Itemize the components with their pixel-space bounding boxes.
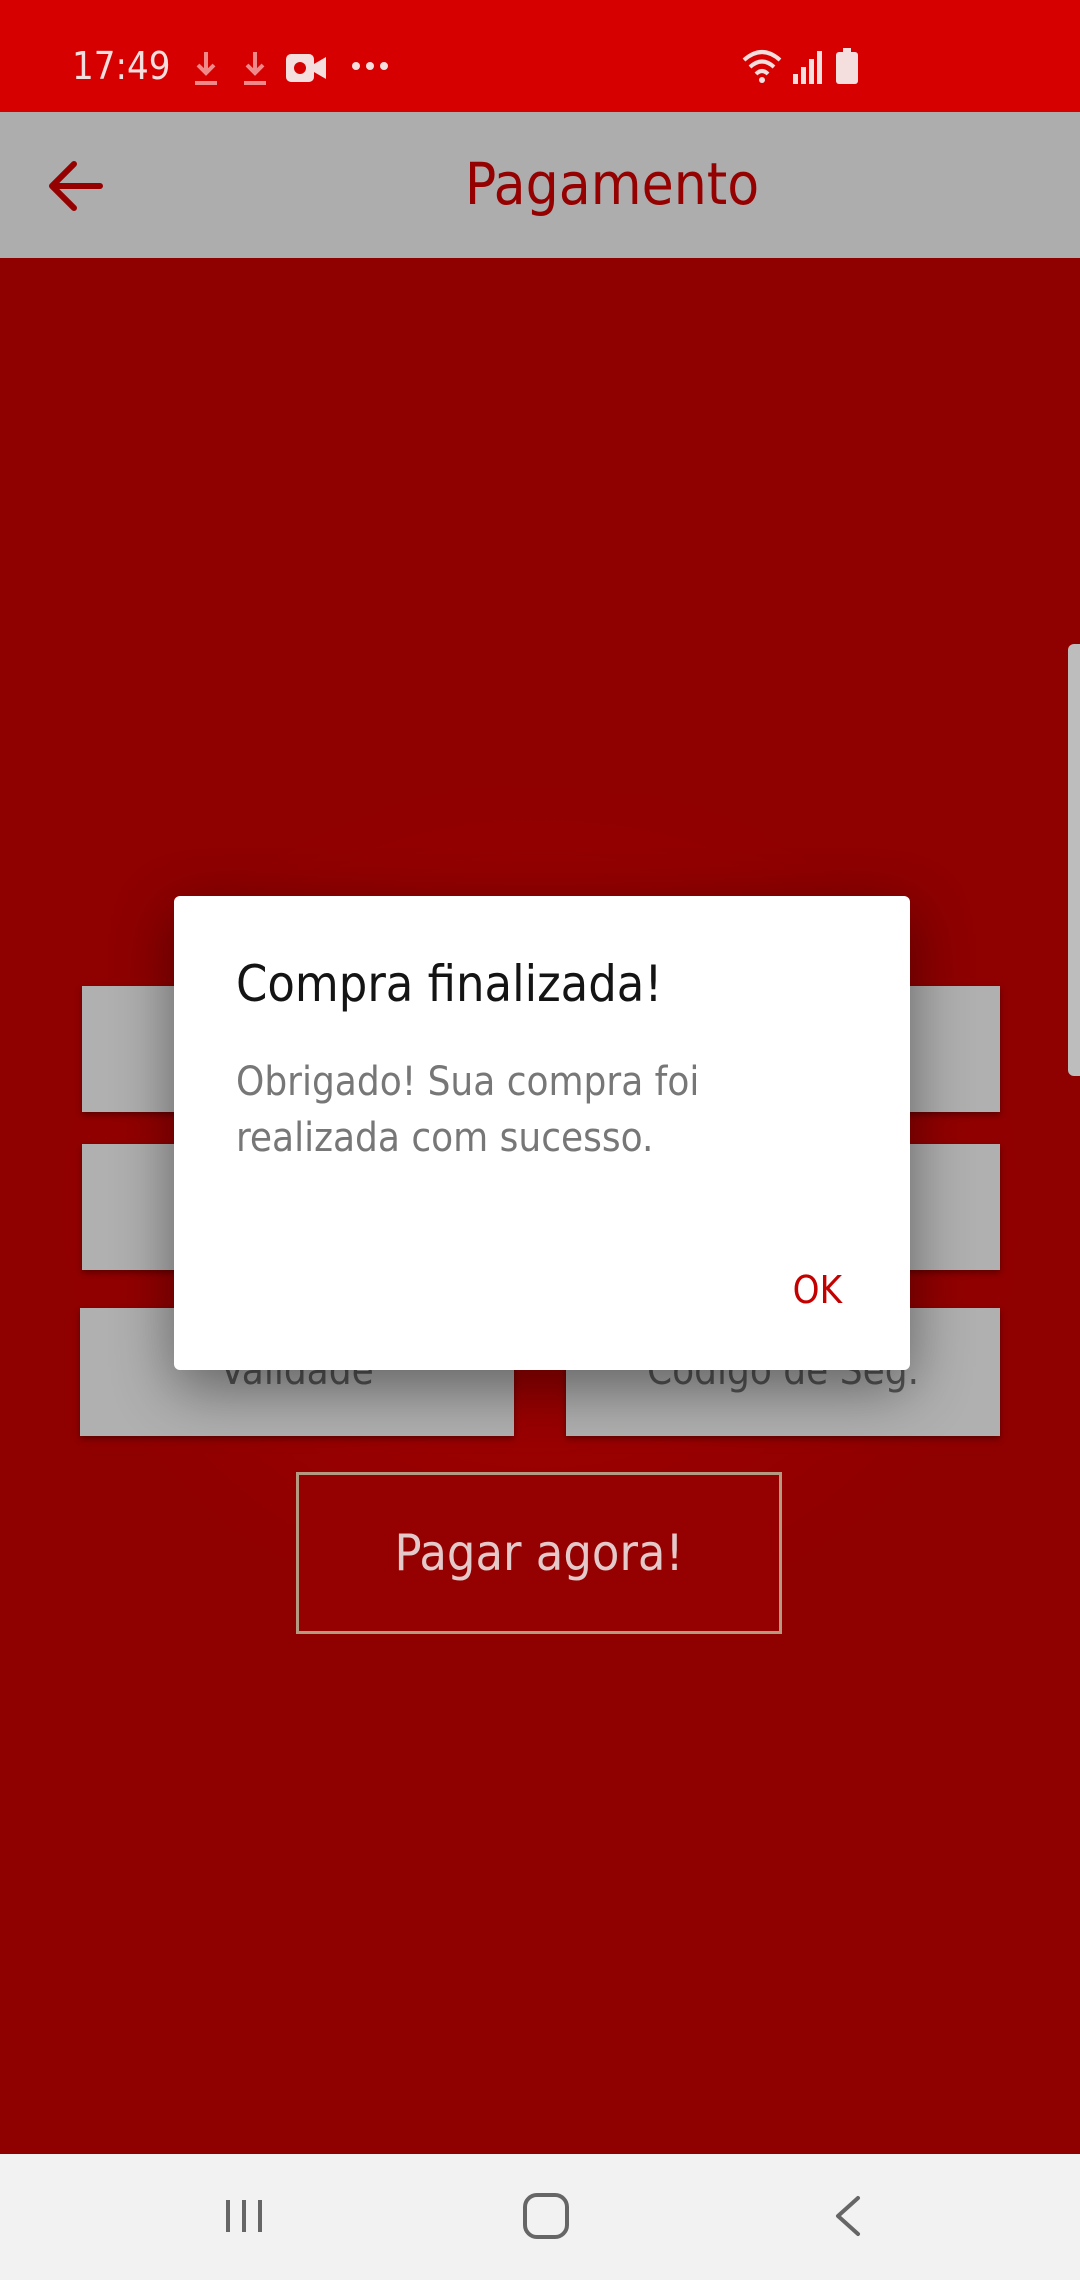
back-icon[interactable] (828, 2192, 868, 2240)
dialog-message: Obrigado! Sua compra foi realizada com s… (236, 1059, 700, 1161)
ok-button[interactable]: OK (793, 1266, 842, 1314)
scroll-indicator (1068, 644, 1080, 1076)
navigation-bar (0, 2154, 1080, 2280)
purchase-complete-dialog: Compra finalizada! Obrigado! Sua compra … (174, 896, 910, 1370)
recents-icon[interactable] (220, 2192, 268, 2240)
home-icon[interactable] (520, 2190, 572, 2242)
dialog-title: Compra finalizada! (236, 955, 663, 1013)
